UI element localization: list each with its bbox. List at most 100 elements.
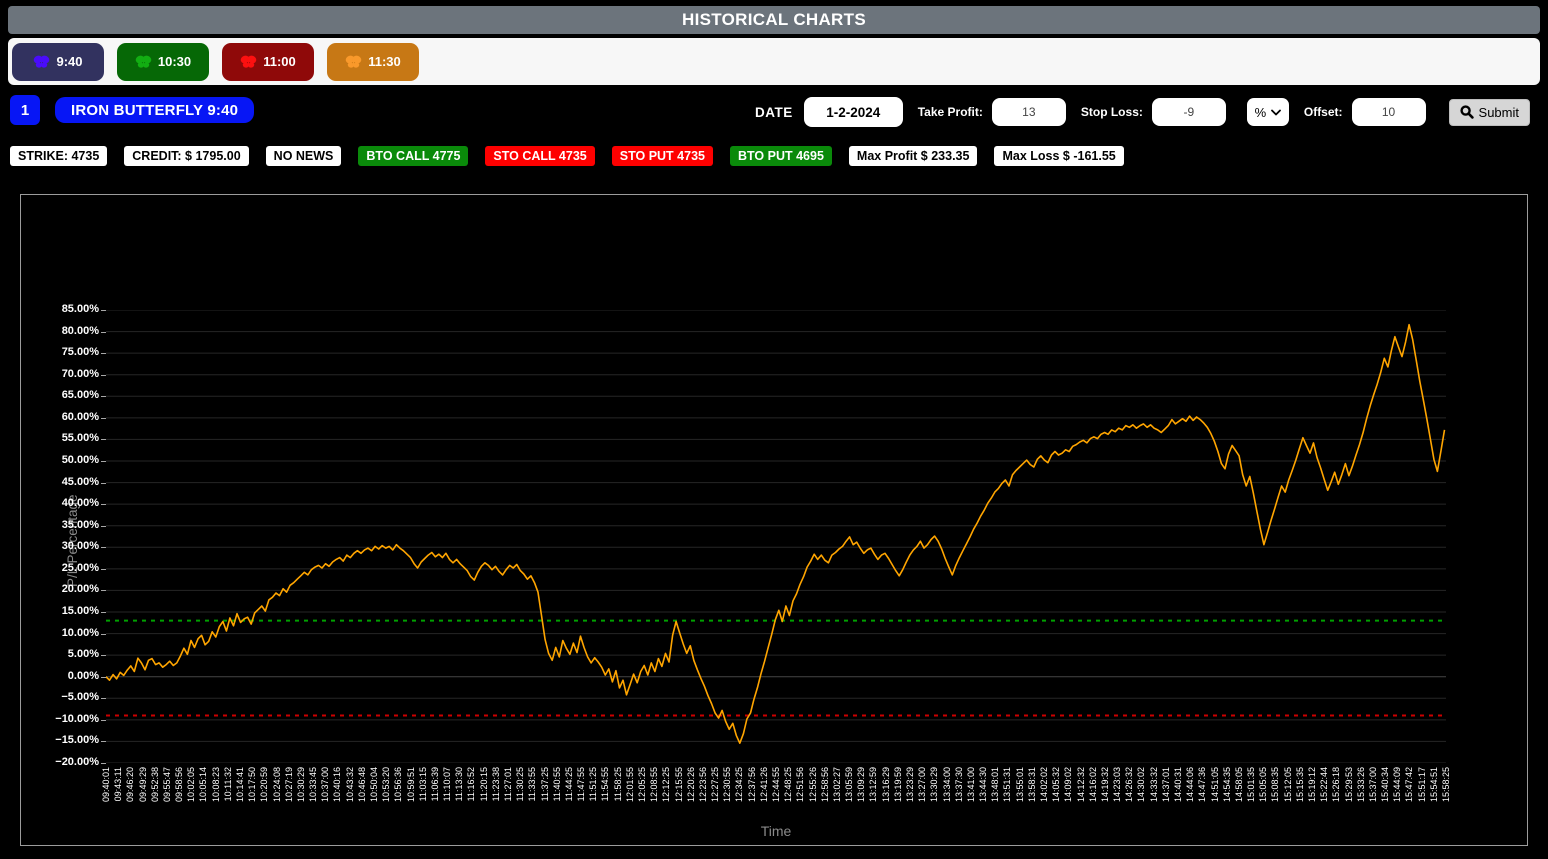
x-tick-label: 15:22:44 [1319, 767, 1329, 802]
y-tick-label: 10.00% [21, 627, 99, 639]
x-tick-label: 12:37:56 [747, 767, 757, 802]
x-tick-label: 15:37:00 [1368, 767, 1378, 802]
y-tick-label: 55.00% [21, 432, 99, 444]
y-tick-label: 65.00% [21, 389, 99, 401]
chart-canvas [106, 310, 1446, 763]
y-tick-mark [101, 439, 106, 440]
y-tick-mark [101, 526, 106, 527]
x-tick-label: 15:54:51 [1429, 767, 1439, 802]
x-tick-label: 15:29:53 [1344, 767, 1354, 802]
x-tick-label: 09:58:56 [174, 767, 184, 802]
submit-button[interactable]: Submit [1449, 99, 1530, 126]
x-tick-label: 13:51:31 [1002, 767, 1012, 802]
y-tick-mark [101, 763, 106, 764]
x-tick-label: 11:58:25 [613, 767, 623, 801]
iron-butterfly-button[interactable]: IRON BUTTERFLY 9:40 [55, 97, 254, 123]
x-tick-label: 10:05:14 [198, 767, 208, 802]
y-tick-label: 80.00% [21, 325, 99, 337]
x-tick-label: 11:27:01 [503, 767, 513, 801]
info-badge: CREDIT: $ 1795.00 [124, 146, 248, 166]
y-tick-mark [101, 612, 106, 613]
x-tick-label: 14:54:35 [1222, 767, 1232, 802]
y-tick-label: 75.00% [21, 346, 99, 358]
x-tick-label: 10:53:20 [381, 767, 391, 802]
y-tick-label: 45.00% [21, 476, 99, 488]
unit-select[interactable]: % [1247, 98, 1289, 126]
x-tick-label: 11:20:15 [479, 767, 489, 801]
x-tick-label: 10:46:48 [357, 767, 367, 802]
x-tick-label: 10:11:32 [223, 767, 233, 801]
x-tick-label: 12:55:26 [808, 767, 818, 802]
x-tick-label: 11:40:55 [552, 767, 562, 801]
x-tick-label: 15:44:09 [1392, 767, 1402, 802]
y-tick-label: −5.00% [21, 691, 99, 703]
date-input[interactable] [804, 97, 903, 127]
x-tick-label: 13:19:59 [893, 767, 903, 802]
time-button-label: 9:40 [56, 54, 82, 69]
date-label: DATE [755, 105, 793, 120]
y-tick-label: 30.00% [21, 540, 99, 552]
info-badge: STRIKE: 4735 [10, 146, 107, 166]
time-button-label: 11:00 [263, 54, 296, 69]
x-tick-label: 12:05:25 [637, 767, 647, 802]
y-tick-mark [101, 655, 106, 656]
x-tick-label: 11:16:52 [466, 767, 476, 801]
x-tick-label: 10:24:08 [272, 767, 282, 802]
y-tick-label: −15.00% [21, 734, 99, 746]
info-badge: STO PUT 4735 [612, 146, 713, 166]
x-tick-label: 14:33:32 [1149, 767, 1159, 802]
x-tick-label: 10:43:32 [345, 767, 355, 802]
y-tick-label: 35.00% [21, 519, 99, 531]
x-tick-label: 12:58:56 [820, 767, 830, 802]
time-button-10-30[interactable]: 10:30 [117, 43, 209, 81]
x-tick-label: 14:09:02 [1063, 767, 1073, 802]
x-tick-label: 14:44:06 [1185, 767, 1195, 802]
unit-select-value: % [1255, 105, 1267, 120]
x-tick-label: 15:05:05 [1258, 767, 1268, 802]
y-tick-label: 15.00% [21, 605, 99, 617]
x-tick-label: 13:34:00 [942, 767, 952, 802]
time-button-9-40[interactable]: 9:40 [12, 43, 104, 81]
chevron-down-icon [1271, 109, 1281, 116]
x-tick-label: 13:37:30 [954, 767, 964, 802]
take-profit-input[interactable] [992, 98, 1066, 126]
info-badge: Max Loss $ -161.55 [994, 146, 1123, 166]
x-tick-label: 15:40:34 [1380, 767, 1390, 802]
time-button-11-00[interactable]: 11:00 [222, 43, 314, 81]
y-tick-label: 60.00% [21, 411, 99, 423]
butterfly-icon [135, 55, 152, 69]
x-tick-label: 13:09:29 [856, 767, 866, 802]
x-tick-label: 15:08:35 [1270, 767, 1280, 802]
x-tick-label: 13:16:29 [881, 767, 891, 802]
x-tick-label: 15:01:35 [1246, 767, 1256, 802]
x-tick-label: 15:19:12 [1307, 767, 1317, 802]
x-tick-label: 15:51:17 [1417, 767, 1427, 802]
x-tick-label: 13:23:29 [905, 767, 915, 802]
y-tick-mark [101, 504, 106, 505]
offset-input[interactable] [1352, 98, 1426, 126]
y-tick-mark [101, 590, 106, 591]
x-tick-label: 13:58:31 [1027, 767, 1037, 802]
x-tick-label: 14:05:32 [1051, 767, 1061, 802]
info-badge: BTO PUT 4695 [730, 146, 832, 166]
x-tick-label: 12:44:55 [771, 767, 781, 802]
x-tick-label: 12:15:55 [674, 767, 684, 802]
x-tick-label: 14:51:05 [1210, 767, 1220, 802]
time-button-11-30[interactable]: 11:30 [327, 43, 419, 81]
x-tick-label: 12:20:26 [686, 767, 696, 802]
x-tick-label: 10:27:19 [284, 767, 294, 802]
y-tick-label: 40.00% [21, 497, 99, 509]
y-tick-mark [101, 483, 106, 484]
y-tick-mark [101, 547, 106, 548]
y-tick-mark [101, 332, 106, 333]
x-tick-label: 11:06:39 [430, 767, 440, 801]
stop-loss-input[interactable] [1152, 98, 1226, 126]
x-tick-label: 09:43:11 [113, 767, 123, 801]
y-tick-label: 85.00% [21, 303, 99, 315]
pl-series-line [106, 325, 1445, 744]
x-tick-label: 14:02:02 [1039, 767, 1049, 802]
x-tick-label: 12:51:56 [795, 767, 805, 802]
x-tick-label: 11:13:30 [454, 767, 464, 801]
y-tick-label: 20.00% [21, 583, 99, 595]
x-tick-label: 14:16:02 [1088, 767, 1098, 802]
